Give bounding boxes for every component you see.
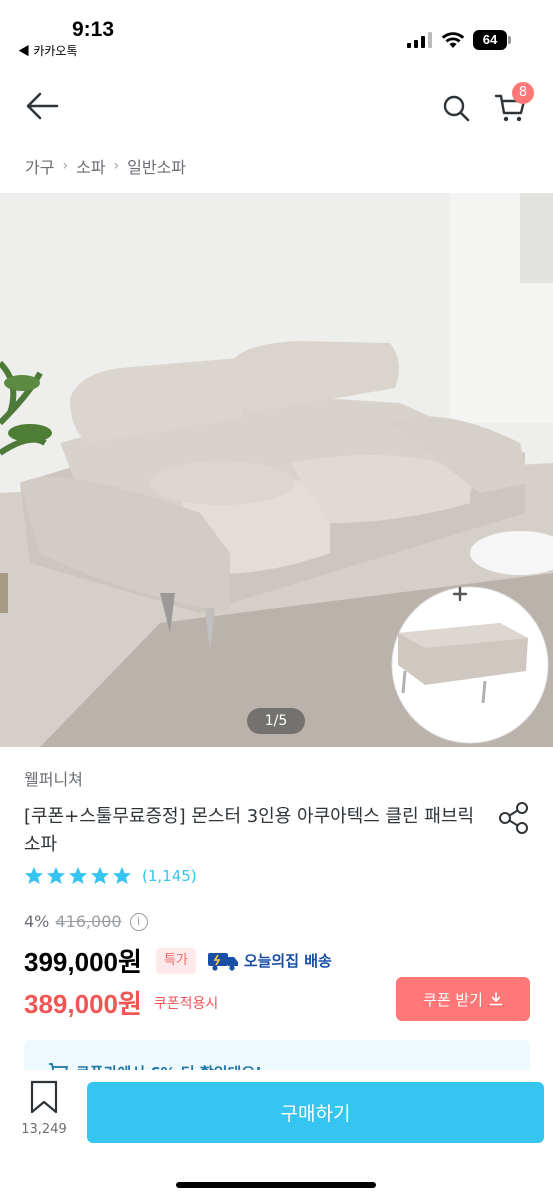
get-coupon-button[interactable]: 쿠폰 받기 xyxy=(396,977,530,1021)
chevron-right-icon: › xyxy=(62,158,69,174)
cellular-signal-icon xyxy=(407,32,432,48)
bookmark-button[interactable]: 13,249 xyxy=(14,1080,74,1154)
info-icon[interactable]: i xyxy=(129,912,148,931)
product-image-carousel[interactable]: 1/5 xyxy=(0,193,553,747)
chevron-right-icon: › xyxy=(113,158,120,174)
delivery-label: 오늘의집 배송 xyxy=(243,952,332,970)
app-header: 8 xyxy=(0,76,553,136)
search-button[interactable] xyxy=(436,88,476,128)
product-title: [쿠폰+스툴무료증정] 몬스터 3인용 아쿠아텍스 클린 패브릭 소파 xyxy=(24,806,475,855)
breadcrumb-item-sofa[interactable]: 소파 xyxy=(76,154,105,178)
special-deal-badge: 특가 xyxy=(155,947,196,974)
breadcrumb: 가구 › 소파 › 일반소파 xyxy=(25,154,186,178)
rating: (1,145) xyxy=(24,866,197,886)
battery-indicator: 64 xyxy=(473,30,511,50)
sofa-product-photo xyxy=(0,193,553,747)
share-button[interactable] xyxy=(496,800,532,836)
status-bar: 9:13 ◀ 카카오톡 64 xyxy=(0,0,553,62)
bottom-action-bar: 13,249 구매하기 xyxy=(0,1070,553,1200)
coupon-price-row: 389,000원 쿠폰적용시 xyxy=(24,984,218,1021)
breadcrumb-item-regular-sofa[interactable]: 일반소파 xyxy=(127,154,186,178)
wifi-icon xyxy=(441,32,465,48)
original-price: 416,000 xyxy=(55,912,122,931)
star-icon xyxy=(91,867,109,884)
buy-button[interactable]: 구매하기 xyxy=(87,1082,544,1143)
price-row: 399,000원 특가 오늘의집 배송 xyxy=(24,942,332,979)
search-icon xyxy=(443,95,470,122)
arrow-left-icon xyxy=(26,92,59,120)
status-time: 9:13 xyxy=(72,18,115,41)
back-button[interactable] xyxy=(22,86,62,126)
get-coupon-label: 쿠폰 받기 xyxy=(423,990,483,1009)
breadcrumb-item-furniture[interactable]: 가구 xyxy=(25,154,54,178)
bookmark-icon xyxy=(30,1080,58,1114)
discount-rate: 4% xyxy=(24,912,50,931)
back-to-app-link[interactable]: ◀ 카카오톡 xyxy=(18,42,78,59)
home-indicator xyxy=(176,1182,376,1188)
coupon-note: 쿠폰적용시 xyxy=(153,995,219,1012)
image-counter: 1/5 xyxy=(247,708,305,734)
brand-name[interactable]: 웰퍼니쳐 xyxy=(24,766,83,790)
delivery-badge: 오늘의집 배송 xyxy=(206,950,332,971)
cart-button[interactable]: 8 xyxy=(488,82,534,128)
delivery-truck-icon xyxy=(207,952,238,971)
download-icon xyxy=(489,992,503,1006)
share-icon xyxy=(499,802,528,834)
cart-count-badge: 8 xyxy=(512,82,534,104)
star-icon xyxy=(113,867,131,884)
status-icons: 64 xyxy=(407,30,511,50)
review-count-link[interactable]: (1,145) xyxy=(142,867,197,885)
discount-row: 4% 416,000 i xyxy=(24,912,148,931)
bookmark-count: 13,249 xyxy=(21,1122,67,1137)
star-icon xyxy=(69,867,87,884)
sale-price: 399,000원 xyxy=(24,947,142,977)
star-icon xyxy=(47,867,65,884)
coupon-price: 389,000원 xyxy=(24,989,142,1019)
star-icon xyxy=(25,867,43,884)
